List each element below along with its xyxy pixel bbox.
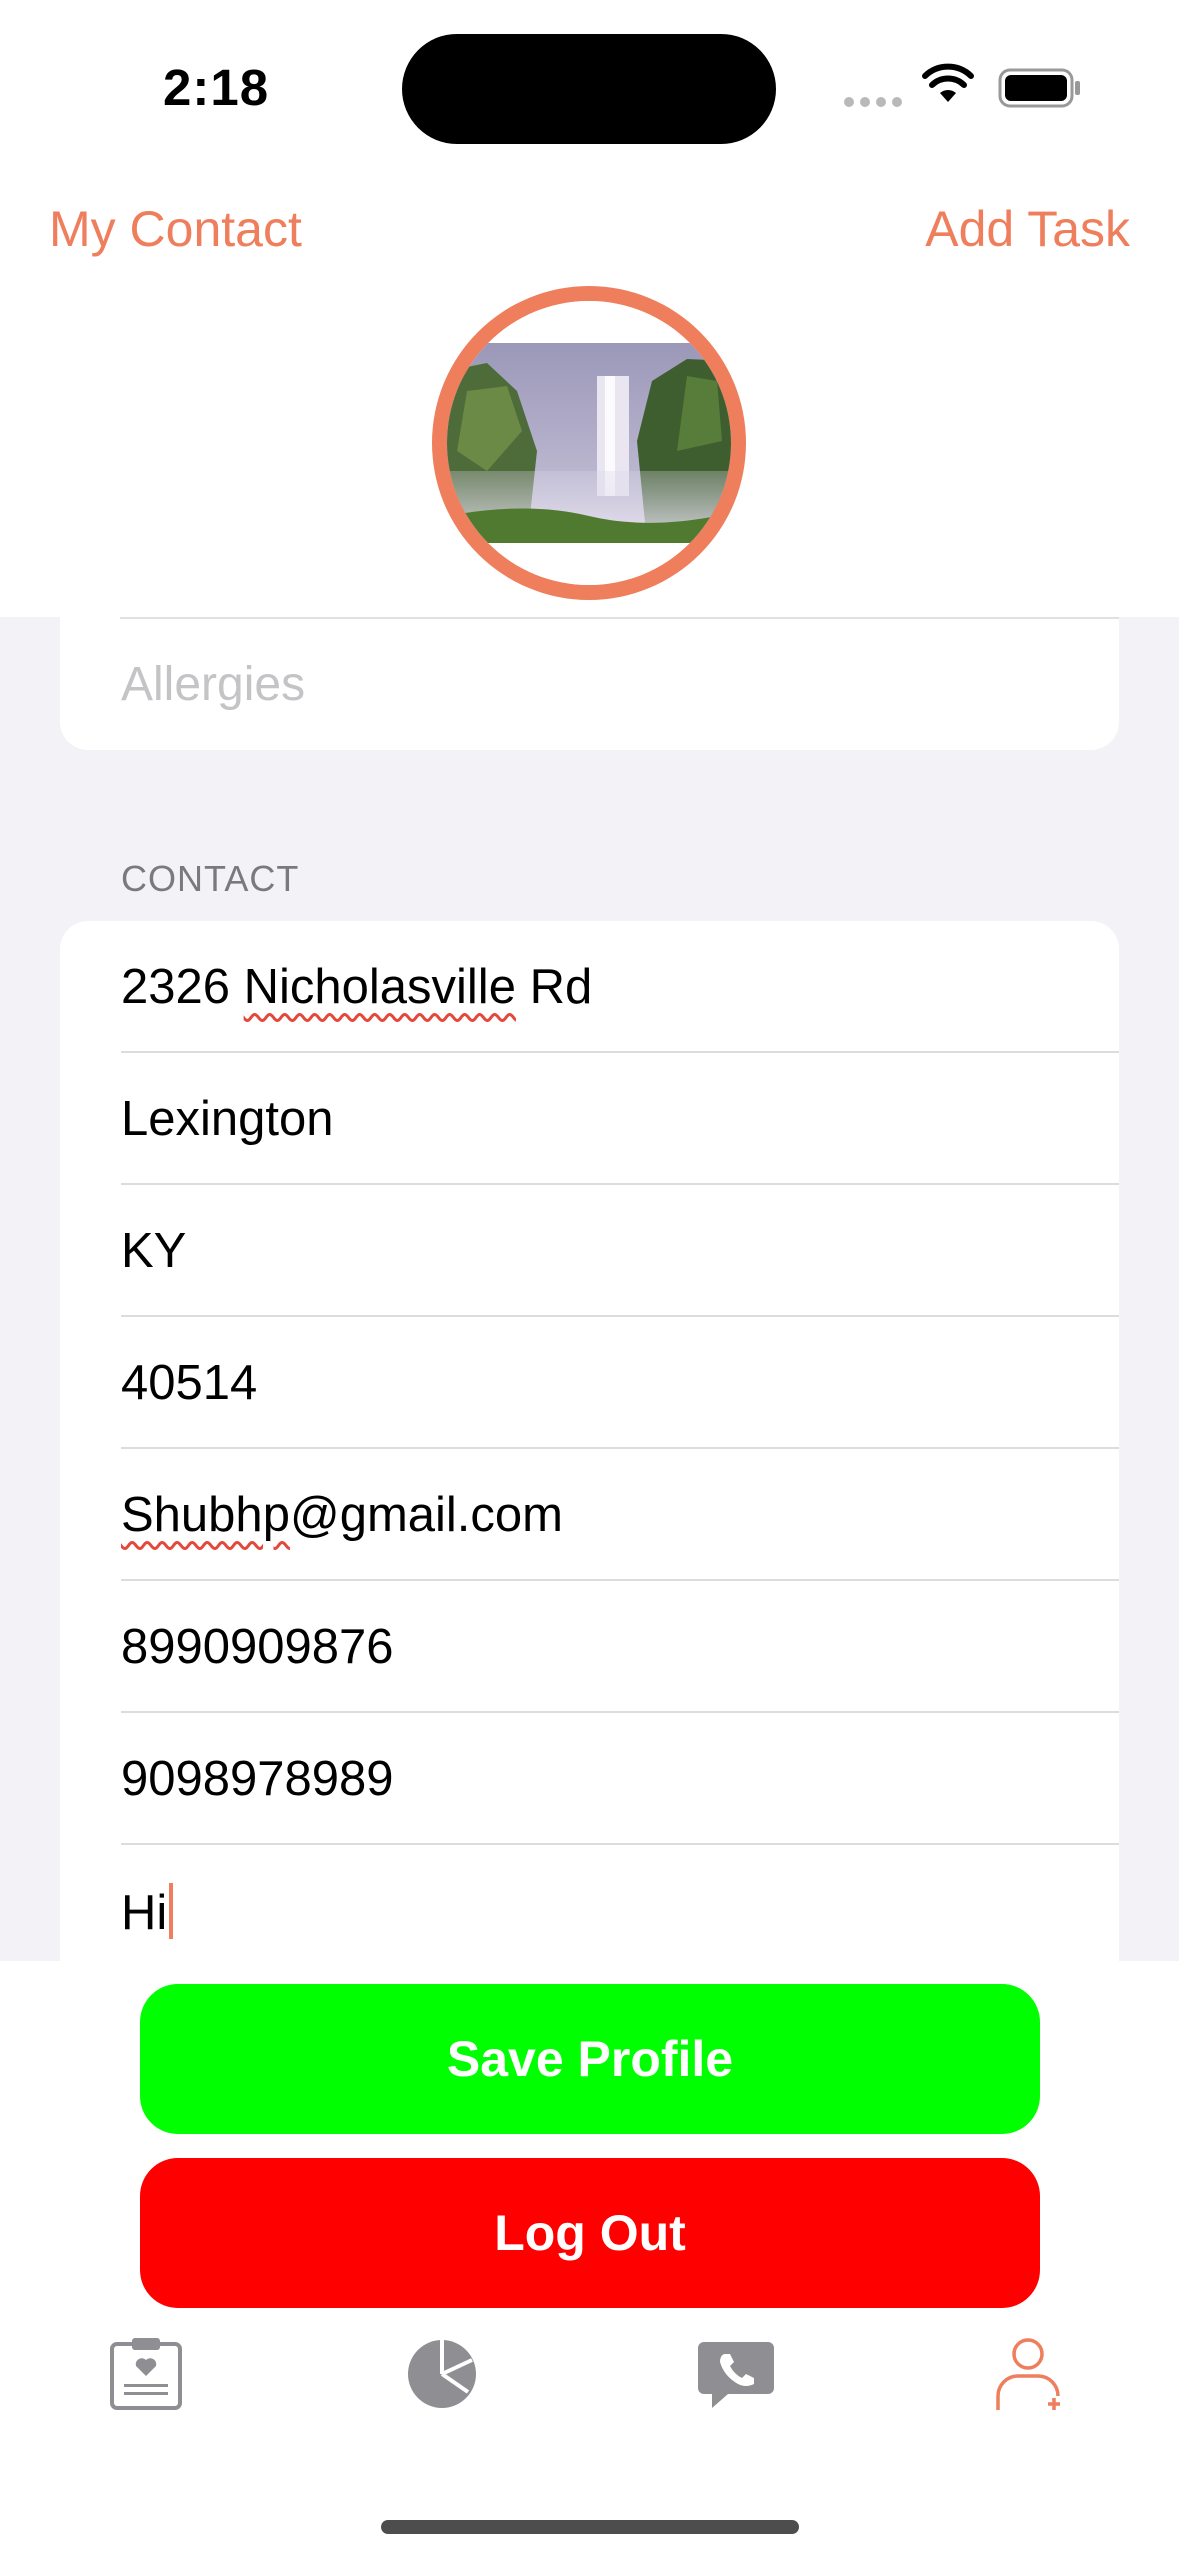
tab-profile[interactable] [982,2324,1082,2424]
battery-icon [998,68,1080,108]
text-caret [169,1883,174,1939]
alt-phone-value: 9098978989 [121,1752,394,1806]
city-value: Lexington [121,1092,334,1146]
note-field[interactable]: Hi [121,1845,1119,1961]
avatar[interactable] [447,301,731,585]
waterfall-photo [447,301,731,585]
clipboard-heart-icon [110,2338,182,2410]
city-field[interactable]: Lexington [121,1053,1119,1185]
spellcheck-word: Shubhp [121,1488,290,1542]
street-field[interactable]: 2326 Nicholasville Rd [121,921,1119,1053]
zip-value: 40514 [121,1356,258,1410]
cellular-signal-icon [844,94,908,112]
note-value: Hi [121,1886,168,1940]
divider [120,617,1119,619]
state-value: KY [121,1224,187,1278]
dynamic-island [402,34,776,144]
phone-value: 8990909876 [121,1620,394,1674]
person-add-icon [996,2338,1060,2410]
phone-field[interactable]: 8990909876 [121,1581,1119,1713]
status-time: 2:18 [163,59,270,116]
state-field[interactable]: KY [121,1185,1119,1317]
health-card: Allergies [60,617,1119,750]
log-out-button[interactable]: Log Out [140,2158,1040,2308]
spellcheck-word: Nicholasville [243,960,516,1014]
profile-form: Allergies CONTACT 2326 Nicholasville Rd … [0,617,1179,1961]
tab-contacts[interactable] [686,2324,786,2424]
my-contact-button[interactable]: My Contact [49,200,302,258]
tab-care-plan[interactable] [96,2324,196,2424]
email-value: Shubhp@gmail.com [121,1488,563,1542]
tab-bar [0,2310,1179,2556]
home-indicator [381,2520,799,2534]
allergies-field[interactable]: Allergies [121,657,305,712]
contact-section-header: CONTACT [121,858,300,899]
alt-phone-field[interactable]: 9098978989 [121,1713,1119,1845]
pie-chart-icon [408,2340,476,2408]
tab-insights[interactable] [392,2324,492,2424]
save-profile-button[interactable]: Save Profile [140,1984,1040,2134]
wifi-icon [922,63,974,102]
email-field[interactable]: Shubhp@gmail.com [121,1449,1119,1581]
add-task-button[interactable]: Add Task [925,200,1130,258]
phone-bubble-icon [698,2342,774,2408]
street-number: 2326 Nicholasville Rd [121,960,593,1014]
zip-field[interactable]: 40514 [121,1317,1119,1449]
status-bar: 2:18 [0,0,1179,170]
contact-card: 2326 Nicholasville Rd Lexington KY 40514… [60,921,1119,1961]
